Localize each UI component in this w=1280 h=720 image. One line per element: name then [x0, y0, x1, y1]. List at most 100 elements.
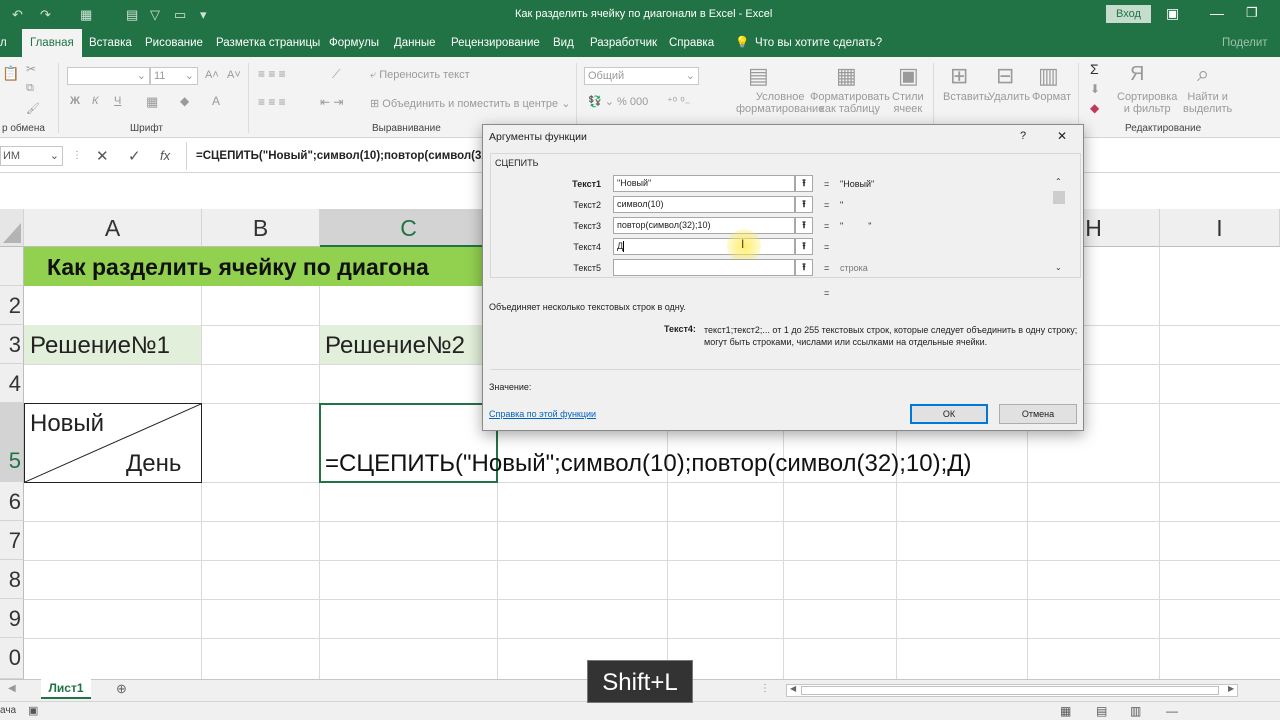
sort-filter-icon[interactable]: Я: [1130, 63, 1144, 86]
decimal-icon[interactable]: ⁺⁰ ⁰₋: [667, 95, 691, 108]
row-header-3[interactable]: 3: [0, 325, 24, 364]
format-cells-button[interactable]: Формат: [1032, 91, 1071, 103]
decrease-font-icon[interactable]: A˅: [227, 69, 241, 81]
delete-cells-icon[interactable]: ⊟: [996, 63, 1014, 89]
tab-draw[interactable]: Рисование: [137, 29, 211, 57]
macro-icon[interactable]: ▣: [28, 704, 38, 717]
sheet-tab-list1[interactable]: Лист1: [41, 679, 91, 699]
merge-center-button[interactable]: ⊞ Объединить и поместить в центре ⌄: [370, 97, 570, 110]
customize-qat-icon[interactable]: ▾: [200, 7, 207, 23]
horizontal-scrollbar[interactable]: [786, 684, 1238, 697]
arg-input-5[interactable]: [613, 259, 795, 276]
indent-icon[interactable]: ⇤ ⇥: [320, 95, 343, 109]
increase-font-icon[interactable]: A˄: [205, 69, 219, 81]
tab-home[interactable]: Главная: [22, 29, 82, 57]
font-color-icon[interactable]: A: [212, 94, 220, 108]
scrollbar-thumb[interactable]: [1053, 191, 1065, 204]
normal-view-icon[interactable]: ▦: [1060, 704, 1071, 718]
row-header-7[interactable]: 7: [0, 521, 24, 560]
paste-icon[interactable]: 📋: [2, 65, 19, 82]
tab-insert[interactable]: Вставка: [81, 29, 140, 57]
underline-button[interactable]: Ч: [114, 95, 121, 107]
arg-input-3[interactable]: повтор(символ(32);10): [613, 217, 795, 234]
zoom-out-icon[interactable]: —: [1166, 704, 1178, 718]
cell-c5[interactable]: =СЦЕПИТЬ("Новый";символ(10);повтор(симво…: [325, 450, 972, 478]
arg-input-1[interactable]: "Новый": [613, 175, 795, 192]
scroll-arrow-right-icon[interactable]: ▶: [1228, 684, 1234, 693]
format-table-button[interactable]: Форматировать как таблицу: [810, 91, 890, 115]
format-cells-icon[interactable]: ▥: [1038, 63, 1059, 89]
find-select-button[interactable]: Найти и выделить: [1183, 91, 1232, 115]
sort-filter-button[interactable]: Сортировка и фильтр: [1117, 91, 1177, 115]
grid-icon[interactable]: ▤: [126, 7, 138, 23]
ribbon-display-icon[interactable]: ▣: [1166, 5, 1179, 22]
help-icon[interactable]: ?: [1020, 130, 1026, 142]
find-icon[interactable]: ⌕: [1197, 61, 1209, 87]
add-sheet-icon[interactable]: ⊕: [116, 681, 127, 697]
scroll-arrow-left-icon[interactable]: ◀: [790, 684, 796, 693]
row-header-1[interactable]: [0, 247, 24, 286]
collapse-arg-2-icon[interactable]: ⭱: [795, 196, 813, 213]
tell-me-search[interactable]: Что вы хотите сделать?: [747, 29, 890, 57]
scroll-left-icon[interactable]: ◀: [8, 683, 16, 694]
arg-input-4[interactable]: Д: [613, 238, 795, 255]
enter-icon[interactable]: ✓: [128, 147, 141, 165]
row-header-4[interactable]: 4: [0, 364, 24, 403]
column-header-i[interactable]: I: [1160, 209, 1280, 247]
scrollbar-thumb[interactable]: [801, 686, 1219, 695]
page-layout-icon[interactable]: ▤: [1096, 704, 1107, 718]
autosum-icon[interactable]: Σ: [1090, 61, 1099, 77]
tab-data[interactable]: Данные: [386, 29, 444, 57]
tab-view[interactable]: Вид: [545, 29, 582, 57]
row-header-2[interactable]: 2: [0, 286, 24, 325]
number-format-select[interactable]: Общий ⌄: [584, 67, 699, 85]
wrap-text-button[interactable]: ⤶ Переносить текст: [370, 69, 470, 82]
tab-help[interactable]: Справка: [661, 29, 722, 57]
cell-styles-button[interactable]: Стили ячеек: [892, 91, 924, 115]
font-name-select[interactable]: ⌄: [67, 67, 150, 85]
insert-function-icon[interactable]: fx: [160, 148, 170, 163]
tab-page-layout[interactable]: Разметка страницы: [208, 29, 328, 57]
page-break-icon[interactable]: ▥: [1130, 704, 1141, 718]
fill-icon[interactable]: ⬇: [1090, 82, 1100, 96]
cut-icon[interactable]: ✂: [26, 62, 36, 76]
borders-icon[interactable]: ▦: [146, 94, 158, 110]
fill-color-icon[interactable]: ◆: [180, 94, 189, 108]
row-header-10[interactable]: 0: [0, 638, 24, 679]
collapse-arg-5-icon[interactable]: ⭱: [795, 259, 813, 276]
align-left-icon[interactable]: ≡ ≡ ≡: [258, 95, 286, 109]
conditional-format-icon[interactable]: ▤: [748, 63, 769, 89]
column-header-c[interactable]: C: [320, 209, 498, 247]
row-header-5[interactable]: 5: [0, 403, 24, 482]
arg-input-2[interactable]: символ(10): [613, 196, 795, 213]
close-icon[interactable]: ✕: [1057, 129, 1067, 143]
italic-button[interactable]: К: [92, 95, 98, 107]
select-all-corner[interactable]: [0, 209, 24, 247]
printer-icon[interactable]: ▭: [174, 7, 186, 23]
font-size-select[interactable]: 11 ⌄: [150, 67, 198, 85]
ok-button[interactable]: ОК: [910, 404, 988, 424]
orientation-icon[interactable]: ⟋: [332, 67, 340, 82]
align-top-icon[interactable]: ≡ ≡ ≡: [258, 67, 286, 81]
row-header-8[interactable]: 8: [0, 560, 24, 599]
row-header-6[interactable]: 6: [0, 482, 24, 521]
restore-icon[interactable]: ❐: [1246, 5, 1258, 21]
cancel-button[interactable]: Отмена: [999, 404, 1077, 424]
currency-icon[interactable]: 💱 ⌄ % 000: [588, 95, 648, 108]
format-table-icon[interactable]: ▦: [836, 63, 857, 89]
column-header-b[interactable]: B: [202, 209, 320, 247]
column-header-a[interactable]: A: [24, 209, 202, 247]
filter-icon[interactable]: ▽: [150, 7, 160, 23]
row-header-9[interactable]: 9: [0, 599, 24, 638]
share-button[interactable]: Поделит: [1214, 29, 1276, 57]
table-icon[interactable]: ▦: [80, 7, 92, 23]
insert-cells-button[interactable]: Вставить: [943, 91, 990, 103]
format-painter-icon[interactable]: 🖌: [26, 102, 40, 115]
bold-button[interactable]: Ж: [70, 95, 80, 107]
help-link[interactable]: Справка по этой функции: [489, 409, 596, 419]
collapse-arg-1-icon[interactable]: ⭱: [795, 175, 813, 192]
tab-file[interactable]: л: [0, 29, 15, 57]
collapse-arg-3-icon[interactable]: ⭱: [795, 217, 813, 234]
formula-input[interactable]: =СЦЕПИТЬ("Новый";символ(10);повтор(симво…: [196, 150, 495, 162]
undo-icon[interactable]: ↶: [12, 7, 23, 23]
